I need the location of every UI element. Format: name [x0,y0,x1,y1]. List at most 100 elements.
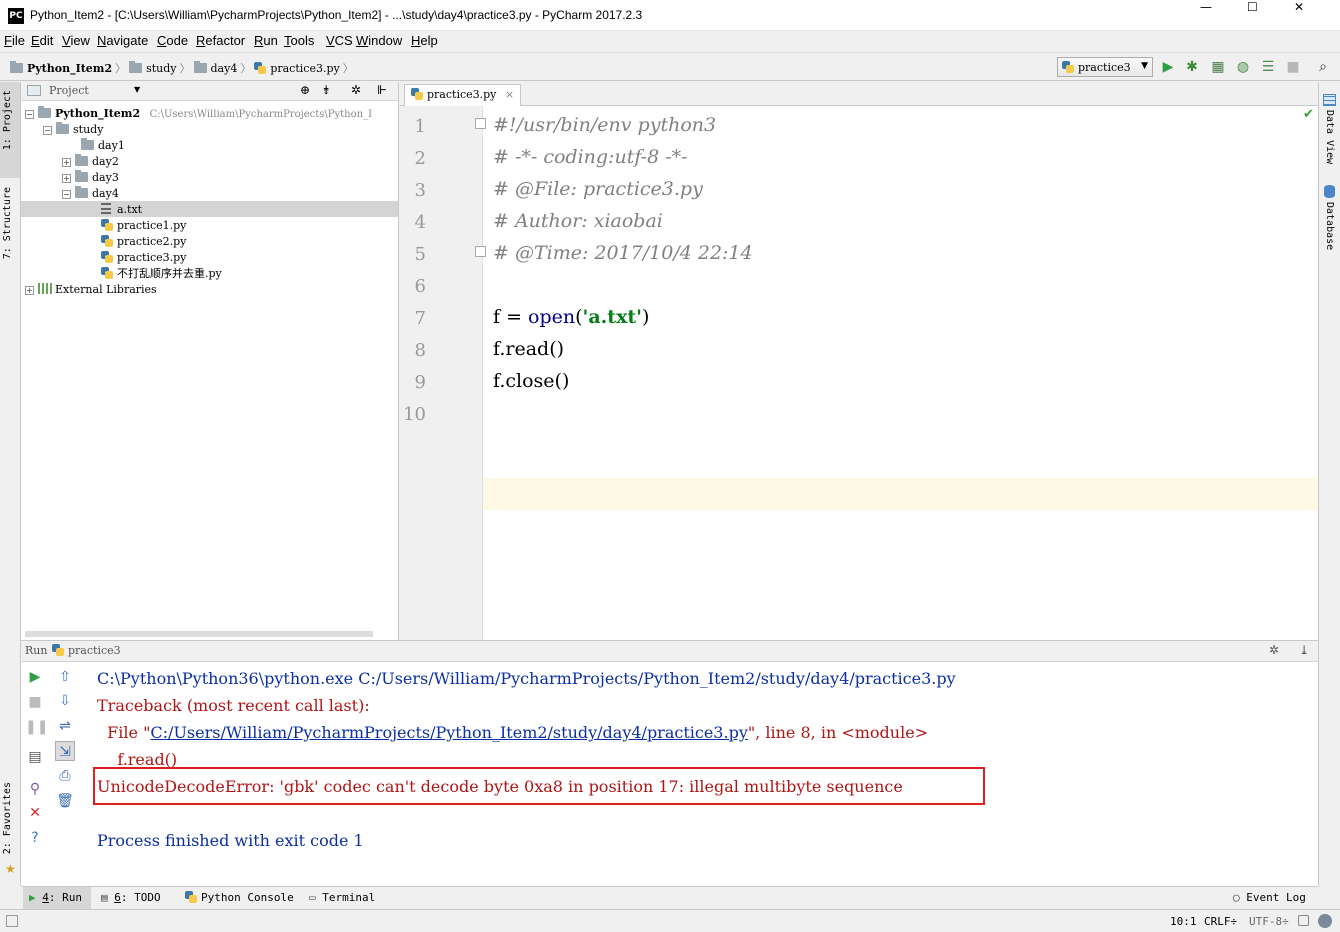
tool-tab-structure[interactable]: 7: Structure [2,187,13,259]
text-file-icon [101,203,111,214]
horizontal-scrollbar[interactable] [25,631,373,637]
inspector-icon[interactable] [1318,914,1332,928]
tool-tab-database[interactable]: Database [1324,202,1335,250]
stop-icon[interactable]: ■ [25,692,45,712]
tool-tab-event-log[interactable]: ◯ Event Log [1233,891,1306,904]
menu-help[interactable]: Help [411,33,438,48]
line-separator[interactable]: CRLF÷ [1204,915,1237,928]
locate-icon[interactable]: ⊕ [300,83,310,97]
tree-item-external-libraries[interactable]: + External Libraries [25,282,157,298]
code-line-9[interactable]: f.close() [493,370,569,392]
caret-position[interactable]: 10:1 [1170,915,1197,928]
maximize-window-button[interactable]: ☐ [1247,0,1258,14]
print-icon[interactable]: ⎙ [55,766,75,786]
run-configuration-select[interactable]: practice3 ▼ [1057,57,1153,77]
code-line-8[interactable]: f.read() [493,338,564,360]
up-arrow-icon[interactable]: ⇧ [55,667,75,687]
profile-icon[interactable]: ◍ [1234,58,1252,76]
menu-code[interactable]: Code [157,33,188,48]
code-line-3[interactable]: # @File: practice3.py [493,178,703,200]
menu-vcs[interactable]: VCS [326,33,353,48]
output-file-line: File "C:/Users/William/PycharmProjects/P… [97,723,929,742]
collapse-icon[interactable]: − [62,190,71,199]
collapse-all-icon[interactable]: ⇟ [321,83,331,97]
menu-edit[interactable]: Edit [31,33,53,48]
hide-panel-icon[interactable]: ⤓ [1299,643,1309,657]
menu-file[interactable]: File [4,33,25,48]
search-icon[interactable]: ⌕ [1314,58,1332,76]
help-icon[interactable]: ? [25,828,45,848]
tree-item-dedupe-script[interactable]: 不打乱顺序并去重.py [101,266,222,282]
tree-root[interactable]: − Python_Item2 C:\Users\William\PycharmPr… [25,106,372,122]
tree-item-practice1[interactable]: practice1.py [101,218,186,234]
tool-tab-favorites[interactable]: 2: Favorites [2,782,13,854]
tool-tab-todo[interactable]: ▤ 6: TODO [101,891,161,904]
gear-icon[interactable]: ✲ [351,83,361,97]
line-number: 2 [414,148,426,169]
close-tab-icon[interactable]: × [505,88,514,101]
code-line-1[interactable]: #!/usr/bin/env python3 [493,114,716,136]
menu-refactor[interactable]: Refactor [196,33,245,48]
code-line-7[interactable]: f = open('a.txt') [493,306,649,328]
fold-icon[interactable] [475,118,486,129]
pause-icon[interactable]: ❚❚ [25,717,48,737]
gear-icon[interactable]: ✲ [1269,643,1279,657]
expand-icon[interactable]: + [25,286,34,295]
tool-tab-terminal[interactable]: ▭ Terminal [309,891,375,904]
breadcrumb-day4[interactable]: day4 [193,61,237,75]
menu-tools[interactable]: Tools [284,33,314,48]
project-view-select[interactable]: Project [49,84,89,97]
expand-icon[interactable]: + [62,158,71,167]
tree-item-practice3[interactable]: practice3.py [101,250,186,266]
tree-item-day1[interactable]: day1 [81,138,125,154]
expand-icon[interactable]: + [62,174,71,183]
chevron-down-icon[interactable]: ▼ [134,85,140,94]
debug-icon[interactable]: ✱ [1183,58,1201,76]
pin-icon[interactable]: ⚲ [25,779,45,799]
fold-icon[interactable] [475,246,486,257]
menu-window[interactable]: Window [356,33,402,48]
trash-icon[interactable]: 🗑 [55,791,75,811]
breadcrumb-file[interactable]: practice3.py [254,62,340,75]
tree-item-study[interactable]: − study [43,122,103,138]
menu-view[interactable]: View [62,33,90,48]
tool-tab-run[interactable]: ▶ 4: Run [29,891,82,904]
tool-tab-project[interactable]: 1: Project [2,90,13,150]
run-icon[interactable]: ▶ [1159,58,1177,76]
code-line-2[interactable]: # -*- coding:utf-8 -*- [493,146,688,168]
code-line-4[interactable]: # Author: xiaobai [493,210,663,232]
minimize-window-button[interactable]: — [1200,0,1212,14]
collapse-icon[interactable]: − [25,110,34,119]
tab-label: practice3.py [427,88,497,101]
scroll-to-end-icon[interactable]: ⇲ [55,741,75,761]
tool-windows-icon[interactable] [6,915,18,927]
tree-item-day3[interactable]: + day3 [62,170,119,186]
tree-item-practice2[interactable]: practice2.py [101,234,186,250]
lock-icon[interactable] [1298,915,1309,926]
collapse-icon[interactable]: − [43,126,52,135]
output-file-link[interactable]: C:/Users/William/PycharmProjects/Python_… [150,723,747,742]
rerun-icon[interactable]: ▶ [25,667,45,687]
dump-threads-icon[interactable]: ▤ [25,747,45,767]
concurrency-icon[interactable]: ☰ [1259,58,1277,76]
close-icon[interactable]: ✕ [25,803,45,823]
tree-item-day4[interactable]: − day4 [62,186,119,202]
code-line-5[interactable]: # @Time: 2017/10/4 22:14 [493,242,753,264]
close-window-button[interactable]: ✕ [1294,0,1304,14]
soft-wrap-icon[interactable]: ⇌ [55,716,75,736]
menu-navigate[interactable]: Navigate [97,33,148,48]
coverage-icon[interactable]: ▦ [1209,58,1227,76]
hide-panel-icon[interactable]: ⊩ [377,83,387,97]
tool-tab-data-view[interactable]: Data View [1324,110,1335,164]
run-config-tab[interactable]: practice3 [52,644,121,657]
tree-item-a-txt[interactable]: a.txt [101,202,142,218]
stop-icon[interactable]: ■ [1284,58,1302,76]
breadcrumb-project[interactable]: Python_Item2 [10,61,112,75]
tree-item-day2[interactable]: + day2 [62,154,119,170]
file-encoding[interactable]: UTF-8÷ [1249,915,1289,928]
menu-run[interactable]: Run [254,33,278,48]
tab-practice3[interactable]: practice3.py × [404,84,522,106]
breadcrumb-study[interactable]: study [129,61,177,75]
down-arrow-icon[interactable]: ⇩ [55,691,75,711]
tool-tab-python-console[interactable]: Python Console [185,891,294,904]
